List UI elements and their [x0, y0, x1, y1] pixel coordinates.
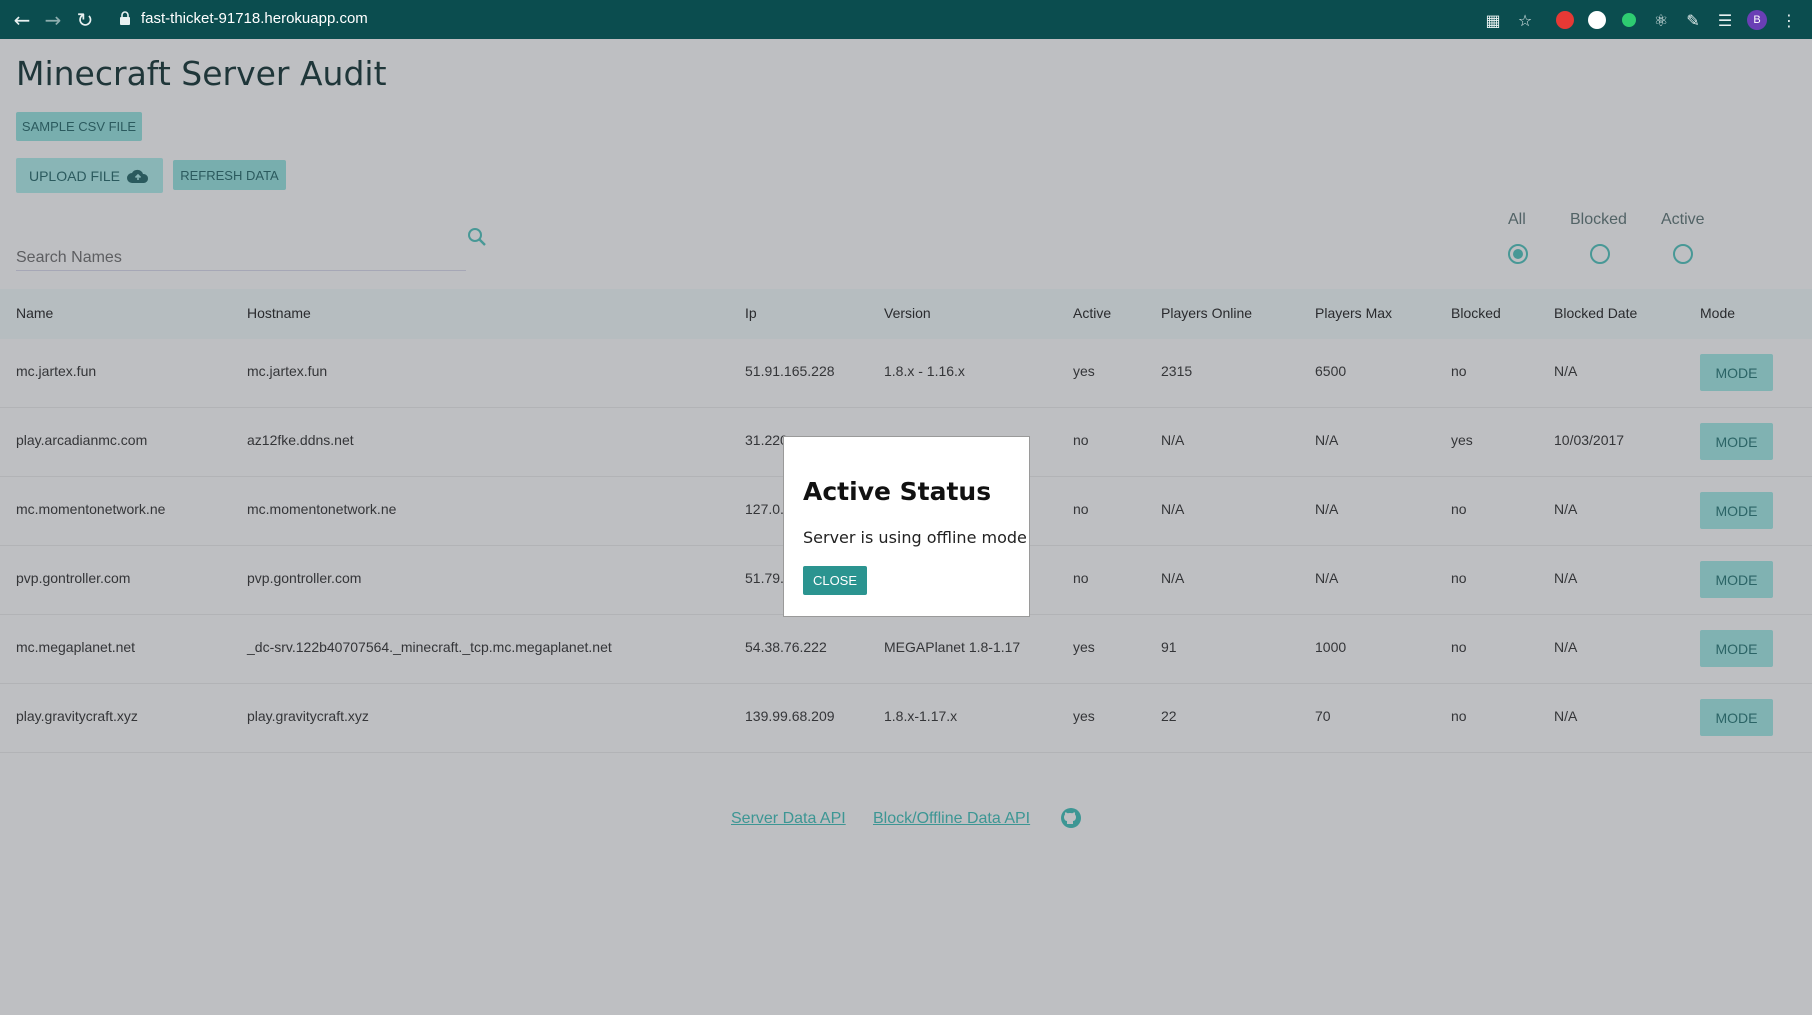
react-devtools-icon[interactable]: ⚛	[1650, 9, 1672, 31]
dialog-message: Server is using offline mode	[803, 528, 1027, 547]
forward-arrow-icon[interactable]: →	[41, 8, 65, 32]
reload-icon[interactable]: ↻	[73, 8, 97, 32]
extension-target-icon[interactable]	[1618, 9, 1640, 31]
reading-list-icon[interactable]: ☰	[1714, 9, 1736, 31]
browser-menu-icon[interactable]: ⋮	[1778, 9, 1800, 31]
browser-toolbar: ← → ↻ fast-thicket-91718.herokuapp.com ▦…	[0, 0, 1812, 39]
close-button[interactable]: CLOSE	[803, 566, 867, 595]
profile-avatar[interactable]: B	[1746, 9, 1768, 31]
back-arrow-icon[interactable]: ←	[10, 8, 34, 32]
extensions-puzzle-icon[interactable]: ✎	[1682, 9, 1704, 31]
bookmark-star-icon[interactable]: ☆	[1514, 9, 1536, 31]
address-bar-url[interactable]: fast-thicket-91718.herokuapp.com	[141, 10, 368, 27]
profile-initial: B	[1747, 10, 1767, 30]
extension-compass-icon[interactable]	[1586, 9, 1608, 31]
lock-icon	[120, 11, 130, 25]
dialog-title: Active Status	[803, 477, 992, 506]
active-status-dialog: Active Status Server is using offline mo…	[783, 436, 1030, 617]
extension-red-icon[interactable]	[1554, 9, 1576, 31]
qr-code-icon[interactable]: ▦	[1482, 9, 1504, 31]
